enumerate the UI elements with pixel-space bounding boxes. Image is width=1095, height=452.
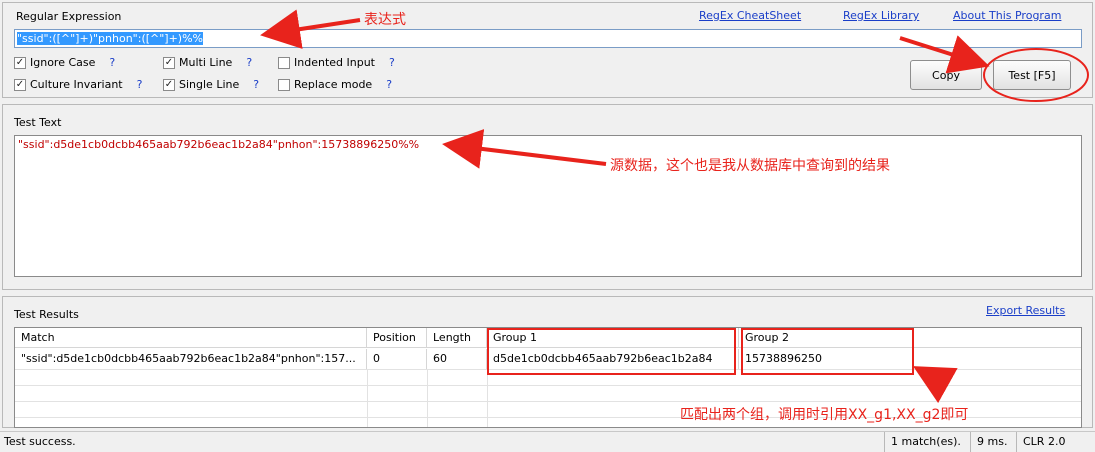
group-1-highlight-box xyxy=(487,328,736,375)
annotation-expression-note: 表达式 xyxy=(364,12,406,28)
annotation-source-note: 源数据，这个也是我从数据库中查询到的结果 xyxy=(610,158,890,174)
arrow-to-test-button xyxy=(899,35,990,74)
arrow-to-source-data xyxy=(442,129,607,169)
test-button-highlight-ellipse xyxy=(983,48,1089,102)
arrow-to-expression xyxy=(260,9,361,49)
group-2-highlight-box xyxy=(741,328,914,375)
arrow-to-group-2 xyxy=(913,366,958,404)
annotation-groups-note: 匹配出两个组，调用时引用XX_g1,XX_g2即可 xyxy=(680,407,969,423)
annotation-overlay xyxy=(260,9,1089,404)
